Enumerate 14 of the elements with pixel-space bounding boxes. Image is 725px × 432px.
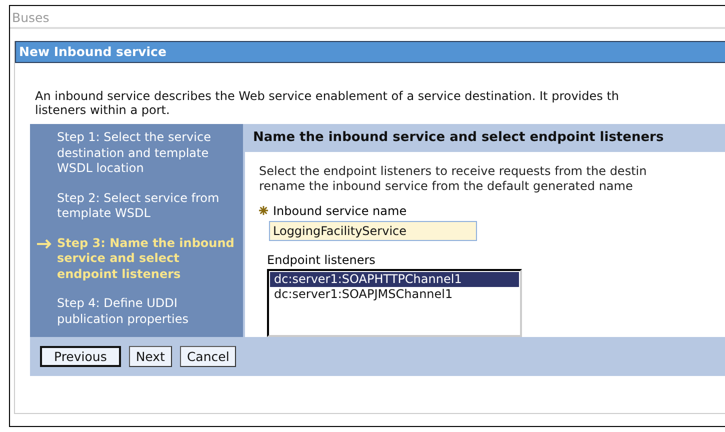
wizard-button[interactable]: Previous: [40, 346, 121, 367]
list-item[interactable]: dc:server1:SOAPJMSChannel1: [270, 287, 519, 302]
instruction-text: Select the endpoint listeners to receive requests from the destin rename the inbound service from the default generated name: [259, 164, 648, 194]
listener-list[interactable]: dc:server1:SOAPHTTPChannel1 dc:server1:SOAPJMSChannel1: [267, 269, 522, 337]
list-label: Endpoint listeners: [267, 253, 376, 267]
section-heading: Name the inbound service and select endpoint listeners: [245, 124, 725, 152]
arrow-icon: [36, 238, 52, 248]
wizard-button[interactable]: Cancel: [180, 346, 236, 367]
field-label: Inbound service name: [273, 204, 407, 218]
service-name-field[interactable]: LoggingFacilityService: [269, 221, 477, 241]
dialog-title: New Inbound service: [15, 41, 725, 63]
wizard-button[interactable]: Next: [128, 346, 172, 367]
description-text: An inbound service describes the Web service enablement of a service destination. It provides th listeners within a port.: [35, 89, 620, 117]
list-item[interactable]: dc:server1:SOAPHTTPChannel1: [270, 272, 519, 287]
